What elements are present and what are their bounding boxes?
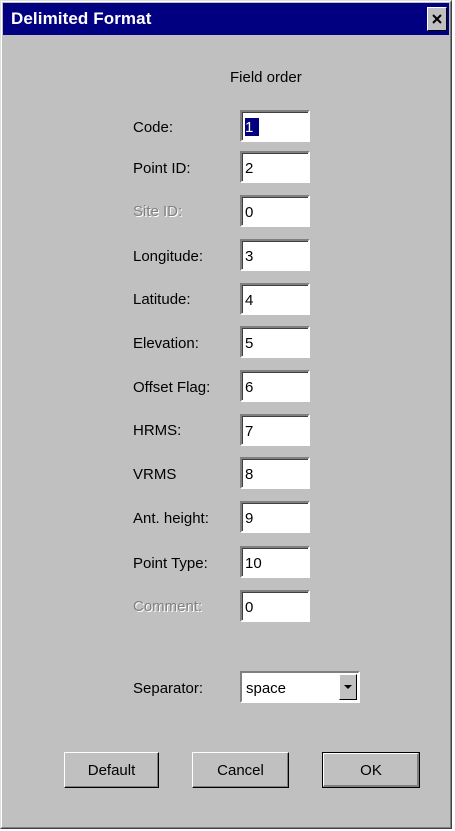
- longitude-label: Longitude:: [133, 248, 204, 265]
- ant-height-label: Ant. height:: [133, 510, 209, 527]
- default-button-label: Default: [87, 762, 136, 779]
- offset-flag-label: Offset Flag:: [133, 379, 211, 396]
- vrms-field[interactable]: [245, 465, 303, 483]
- title-bar[interactable]: Delimited Format: [3, 3, 449, 35]
- site-id-field[interactable]: [245, 203, 303, 221]
- separator-label: Separator:: [133, 680, 204, 697]
- separator-select[interactable]: space: [240, 671, 360, 703]
- latitude-label: Latitude:: [133, 291, 191, 308]
- dialog-title: Delimited Format: [11, 9, 152, 28]
- chevron-down-icon: [344, 685, 352, 689]
- code-field-box: [240, 110, 310, 142]
- elevation-label: Elevation:: [133, 335, 199, 352]
- vrms-field-box: [240, 457, 310, 489]
- comment-field[interactable]: [245, 598, 303, 616]
- site-id-field-box: [240, 195, 310, 227]
- separator-value: space: [246, 680, 287, 697]
- cancel-button-label: Cancel: [217, 762, 264, 779]
- latitude-field-box: [240, 283, 310, 315]
- point-id-field[interactable]: [245, 159, 303, 177]
- point-id-label: Point ID:: [133, 160, 191, 177]
- comment-label: Comment:: [133, 598, 203, 615]
- elevation-field-box: [240, 326, 310, 358]
- ok-button-label: OK: [360, 762, 382, 779]
- close-button[interactable]: [427, 7, 447, 31]
- code-label: Code:: [133, 119, 174, 136]
- close-icon: [432, 14, 442, 24]
- latitude-field[interactable]: [245, 291, 303, 309]
- hrms-field-box: [240, 414, 310, 446]
- point-type-label: Point Type:: [133, 555, 208, 572]
- delimited-format-dialog: Delimited Format Field order Code: Point…: [0, 0, 452, 829]
- hrms-field[interactable]: [245, 422, 303, 440]
- ant-height-field[interactable]: [245, 509, 303, 527]
- point-type-field[interactable]: [245, 554, 303, 572]
- longitude-field[interactable]: [245, 247, 303, 265]
- site-id-label: Site ID:: [133, 203, 183, 220]
- point-type-field-box: [240, 546, 310, 578]
- offset-flag-field[interactable]: [245, 378, 303, 396]
- point-id-field-box: [240, 151, 310, 183]
- vrms-label: VRMS: [133, 466, 177, 483]
- cancel-button[interactable]: Cancel: [192, 752, 289, 788]
- hrms-label: HRMS:: [133, 422, 182, 439]
- elevation-field[interactable]: [245, 334, 303, 352]
- offset-flag-field-box: [240, 370, 310, 402]
- default-button[interactable]: Default: [64, 752, 159, 788]
- separator-dropdown-button[interactable]: [339, 674, 357, 700]
- longitude-field-box: [240, 239, 310, 271]
- field-order-heading: Field order: [230, 69, 302, 86]
- ok-button[interactable]: OK: [322, 752, 420, 788]
- ant-height-field-box: [240, 501, 310, 533]
- code-field[interactable]: [245, 118, 259, 136]
- comment-field-box: [240, 590, 310, 622]
